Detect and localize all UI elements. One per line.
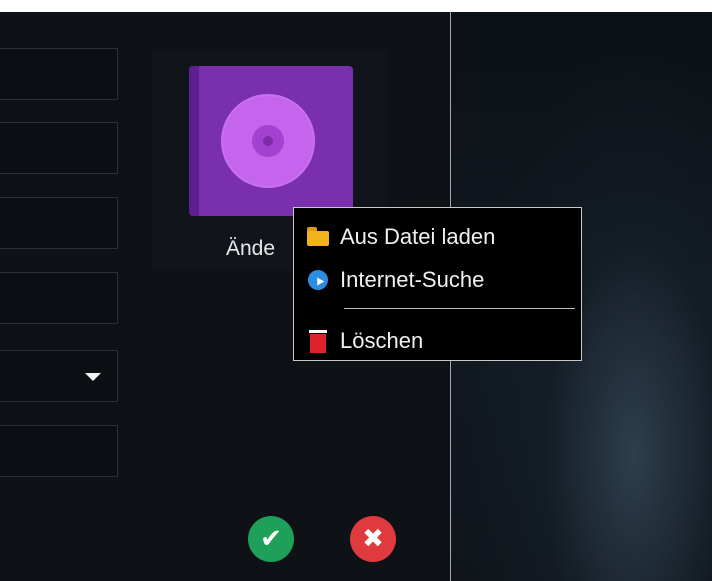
menu-item-label: Internet-Suche <box>340 267 485 292</box>
disc-hole <box>263 136 273 146</box>
window-top-edge <box>0 0 712 12</box>
text-field-1[interactable] <box>0 48 118 100</box>
text-field-2[interactable] <box>0 122 118 174</box>
folder-icon <box>306 225 330 249</box>
confirm-button[interactable]: ✔ <box>248 516 294 562</box>
menu-item-delete[interactable]: Löschen <box>294 321 581 361</box>
menu-item-label: Löschen <box>340 328 424 353</box>
checkmark-icon: ✔ <box>260 524 282 554</box>
dropdown-select[interactable] <box>0 350 118 402</box>
disc-icon <box>221 94 315 188</box>
menu-item-label: Aus Datei laden <box>340 224 496 249</box>
cover-image[interactable] <box>189 66 353 216</box>
disc-ring <box>252 125 284 157</box>
cover-spine <box>189 66 199 216</box>
menu-item-internet-search[interactable]: Internet-Suche <box>294 260 581 300</box>
menu-separator <box>344 308 575 309</box>
globe-search-icon <box>306 268 330 292</box>
text-field-4[interactable] <box>0 272 118 324</box>
chevron-down-icon <box>85 373 101 381</box>
close-icon: ✖ <box>362 524 384 554</box>
menu-item-load-from-file[interactable]: Aus Datei laden <box>294 217 581 257</box>
text-field-6[interactable] <box>0 425 118 477</box>
cancel-button[interactable]: ✖ <box>350 516 396 562</box>
text-field-3[interactable] <box>0 197 118 249</box>
context-menu: Aus Datei laden Internet-Suche Löschen <box>293 207 582 361</box>
change-cover-label[interactable]: Ände <box>226 237 275 261</box>
trash-icon <box>306 329 330 353</box>
